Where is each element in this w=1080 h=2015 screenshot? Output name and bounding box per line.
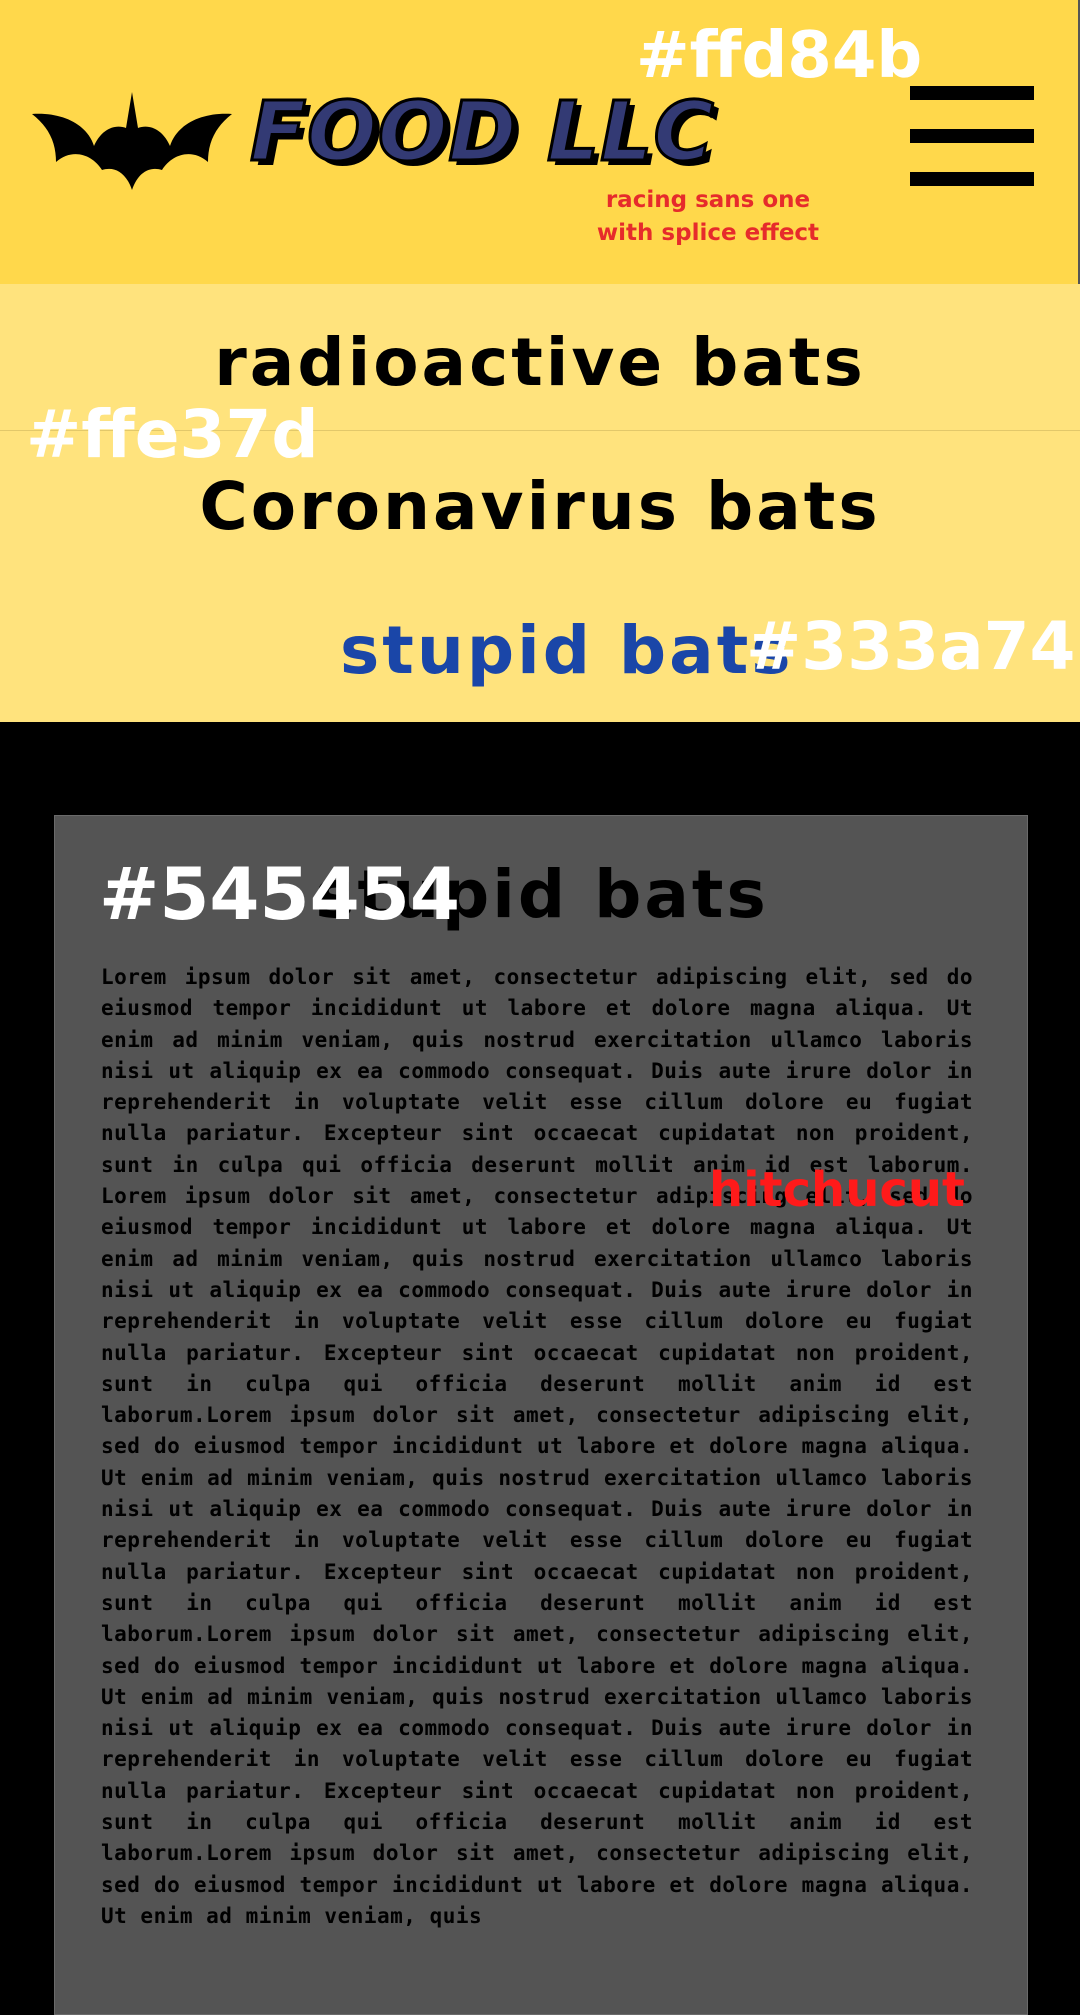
nav-item-radioactive-bats[interactable]: radioactive bats: [0, 330, 1080, 396]
category-nav: radioactive bats #ffe37d Coronavirus bat…: [0, 284, 1080, 722]
content-card: stupid bats #545454 Lorem ipsum dolor si…: [54, 815, 1028, 2015]
content-color-swatch: #545454: [99, 852, 460, 936]
highlight-color-swatch: #333a74: [746, 608, 1076, 685]
hamburger-menu-icon[interactable]: [910, 86, 1034, 186]
bat-icon[interactable]: [32, 84, 232, 190]
site-header: FOOD LLC racing sans one with splice eff…: [0, 0, 1080, 284]
brand-name[interactable]: FOOD LLC: [249, 90, 716, 175]
menu-bar: [910, 86, 1034, 100]
content-font-note: hitchucut: [709, 1162, 965, 1218]
menu-bar: [910, 129, 1034, 143]
nav-color-swatch: #ffe37d: [26, 396, 319, 473]
menu-bar: [910, 172, 1034, 186]
nav-item-stupid-bats[interactable]: stupid bats: [340, 618, 794, 684]
nav-item-coronavirus-bats[interactable]: Coronavirus bats: [0, 474, 1080, 540]
header-font-note: racing sans one with splice effect: [596, 187, 820, 246]
content-body-text: Lorem ipsum dolor sit amet, consectetur …: [101, 965, 973, 1928]
header-color-swatch: #ffd84b: [636, 19, 923, 93]
